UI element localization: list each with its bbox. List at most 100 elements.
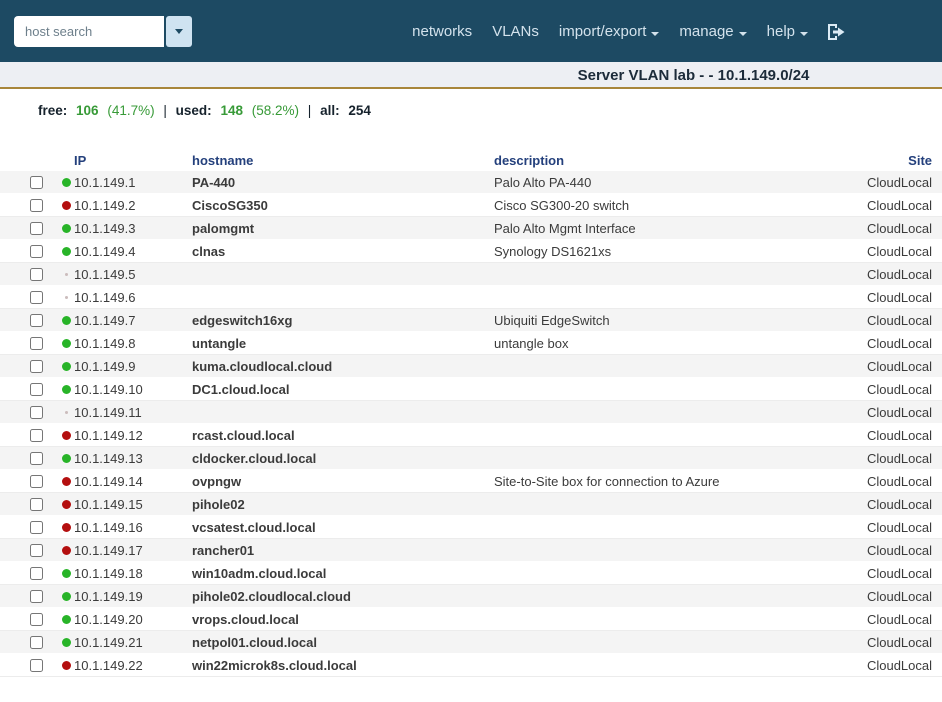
site: CloudLocal bbox=[866, 174, 932, 190]
row-checkbox[interactable] bbox=[30, 267, 43, 281]
table-row[interactable]: 10.1.149.10 DC1.cloud.local CloudLocal bbox=[0, 378, 942, 401]
table-row[interactable]: 10.1.149.9 kuma.cloudlocal.cloud CloudLo… bbox=[0, 355, 942, 378]
table-row[interactable]: 10.1.149.18 win10adm.cloud.local CloudLo… bbox=[0, 562, 942, 585]
ip-address: 10.1.149.13 bbox=[74, 450, 143, 466]
hostname: vcsatest.cloud.local bbox=[192, 519, 316, 535]
row-status-cell bbox=[58, 499, 74, 509]
ip-address: 10.1.149.10 bbox=[74, 381, 143, 397]
row-checkbox[interactable] bbox=[30, 198, 43, 212]
row-checkbox[interactable] bbox=[30, 589, 43, 603]
hostname: netpol01.cloud.local bbox=[192, 634, 317, 650]
row-checkbox[interactable] bbox=[30, 428, 43, 442]
table-row[interactable]: 10.1.149.2 CiscoSG350 Cisco SG300-20 swi… bbox=[0, 194, 942, 217]
nav-item-label: manage bbox=[679, 22, 734, 40]
row-status-cell bbox=[58, 476, 74, 486]
row-checkbox[interactable] bbox=[30, 635, 43, 649]
status-dot bbox=[61, 223, 71, 233]
table-row[interactable]: 10.1.149.1 PA-440 Palo Alto PA-440 Cloud… bbox=[0, 171, 942, 194]
table-row[interactable]: 10.1.149.8 untangle untangle box CloudLo… bbox=[0, 332, 942, 355]
caret-down-icon bbox=[175, 28, 183, 34]
search-input[interactable] bbox=[14, 15, 164, 47]
search-dropdown-button[interactable] bbox=[166, 15, 192, 47]
nav-item-help[interactable]: help bbox=[757, 17, 818, 46]
table-row[interactable]: 10.1.149.22 win22microk8s.cloud.local Cl… bbox=[0, 654, 942, 677]
row-checkbox[interactable] bbox=[30, 566, 43, 580]
nav-item-import-export[interactable]: import/export bbox=[549, 17, 670, 46]
row-checkbox[interactable] bbox=[30, 313, 43, 327]
status-dot bbox=[61, 384, 71, 394]
status-dot bbox=[61, 660, 71, 670]
row-checkbox[interactable] bbox=[30, 382, 43, 396]
row-checkbox[interactable] bbox=[30, 543, 43, 557]
table-row[interactable]: 10.1.149.19 pihole02.cloudlocal.cloud Cl… bbox=[0, 585, 942, 608]
row-status-cell bbox=[58, 453, 74, 463]
table-row[interactable]: 10.1.149.5 CloudLocal bbox=[0, 263, 942, 286]
site: CloudLocal bbox=[866, 634, 932, 650]
row-checkbox-cell bbox=[0, 589, 58, 603]
row-status-cell bbox=[58, 315, 74, 325]
site: CloudLocal bbox=[866, 473, 932, 489]
table-row[interactable]: 10.1.149.13 cldocker.cloud.local CloudLo… bbox=[0, 447, 942, 470]
hostname: pihole02 bbox=[192, 496, 245, 512]
table-row[interactable]: 10.1.149.16 vcsatest.cloud.local CloudLo… bbox=[0, 516, 942, 539]
status-dot bbox=[61, 177, 71, 187]
caret-down-icon bbox=[800, 31, 808, 36]
ip-address: 10.1.149.7 bbox=[74, 312, 136, 328]
nav-item-manage[interactable]: manage bbox=[669, 17, 756, 46]
row-checkbox-cell bbox=[0, 474, 58, 488]
top-navbar: networks VLANs import/export manage help bbox=[0, 0, 942, 62]
ip-address: 10.1.149.19 bbox=[74, 588, 143, 604]
table-row[interactable]: 10.1.149.3 palomgmt Palo Alto Mgmt Inter… bbox=[0, 217, 942, 240]
row-checkbox-cell bbox=[0, 428, 58, 442]
row-checkbox-cell bbox=[0, 543, 58, 557]
table-row[interactable]: 10.1.149.20 vrops.cloud.local CloudLocal bbox=[0, 608, 942, 631]
row-checkbox[interactable] bbox=[30, 612, 43, 626]
table-row[interactable]: 10.1.149.7 edgeswitch16xg Ubiquiti EdgeS… bbox=[0, 309, 942, 332]
row-checkbox[interactable] bbox=[30, 497, 43, 511]
status-dot bbox=[61, 338, 71, 348]
row-status-cell bbox=[58, 430, 74, 440]
site: CloudLocal bbox=[866, 496, 932, 512]
free-label: free: bbox=[38, 103, 68, 118]
site: CloudLocal bbox=[866, 565, 932, 581]
row-checkbox[interactable] bbox=[30, 359, 43, 373]
row-checkbox[interactable] bbox=[30, 658, 43, 672]
row-checkbox[interactable] bbox=[30, 244, 43, 258]
row-checkbox[interactable] bbox=[30, 175, 43, 189]
status-dot bbox=[61, 568, 71, 578]
table-row[interactable]: 10.1.149.4 clnas Synology DS1621xs Cloud… bbox=[0, 240, 942, 263]
row-checkbox[interactable] bbox=[30, 451, 43, 465]
table-row[interactable]: 10.1.149.17 rancher01 CloudLocal bbox=[0, 539, 942, 562]
site: CloudLocal bbox=[866, 358, 932, 374]
row-checkbox-cell bbox=[0, 198, 58, 212]
table-row[interactable]: 10.1.149.15 pihole02 CloudLocal bbox=[0, 493, 942, 516]
row-status-cell bbox=[58, 545, 74, 555]
table-row[interactable]: 10.1.149.21 netpol01.cloud.local CloudLo… bbox=[0, 631, 942, 654]
status-dot bbox=[61, 499, 71, 509]
ip-address: 10.1.149.8 bbox=[74, 335, 136, 351]
row-checkbox[interactable] bbox=[30, 520, 43, 534]
table-row[interactable]: 10.1.149.12 rcast.cloud.local CloudLocal bbox=[0, 424, 942, 447]
row-checkbox[interactable] bbox=[30, 405, 43, 419]
description: Cisco SG300-20 switch bbox=[494, 197, 630, 213]
table-row[interactable]: 10.1.149.11 CloudLocal bbox=[0, 401, 942, 424]
logout-button[interactable] bbox=[818, 19, 854, 44]
row-checkbox-cell bbox=[0, 313, 58, 327]
site: CloudLocal bbox=[866, 519, 932, 535]
row-checkbox[interactable] bbox=[30, 221, 43, 235]
row-status-cell bbox=[58, 384, 74, 394]
hostname: CiscoSG350 bbox=[192, 197, 268, 213]
row-checkbox[interactable] bbox=[30, 474, 43, 488]
ip-address: 10.1.149.17 bbox=[74, 542, 143, 558]
row-checkbox-cell bbox=[0, 566, 58, 580]
row-checkbox-cell bbox=[0, 497, 58, 511]
nav-item-networks[interactable]: networks bbox=[402, 17, 482, 46]
table-row[interactable]: 10.1.149.6 CloudLocal bbox=[0, 286, 942, 309]
row-status-cell bbox=[58, 338, 74, 348]
row-checkbox[interactable] bbox=[30, 336, 43, 350]
nav-item-vlans[interactable]: VLANs bbox=[482, 17, 549, 46]
table-row[interactable]: 10.1.149.14 ovpngw Site-to-Site box for … bbox=[0, 470, 942, 493]
row-status-cell bbox=[58, 637, 74, 647]
row-checkbox[interactable] bbox=[30, 290, 43, 304]
site: CloudLocal bbox=[866, 220, 932, 236]
